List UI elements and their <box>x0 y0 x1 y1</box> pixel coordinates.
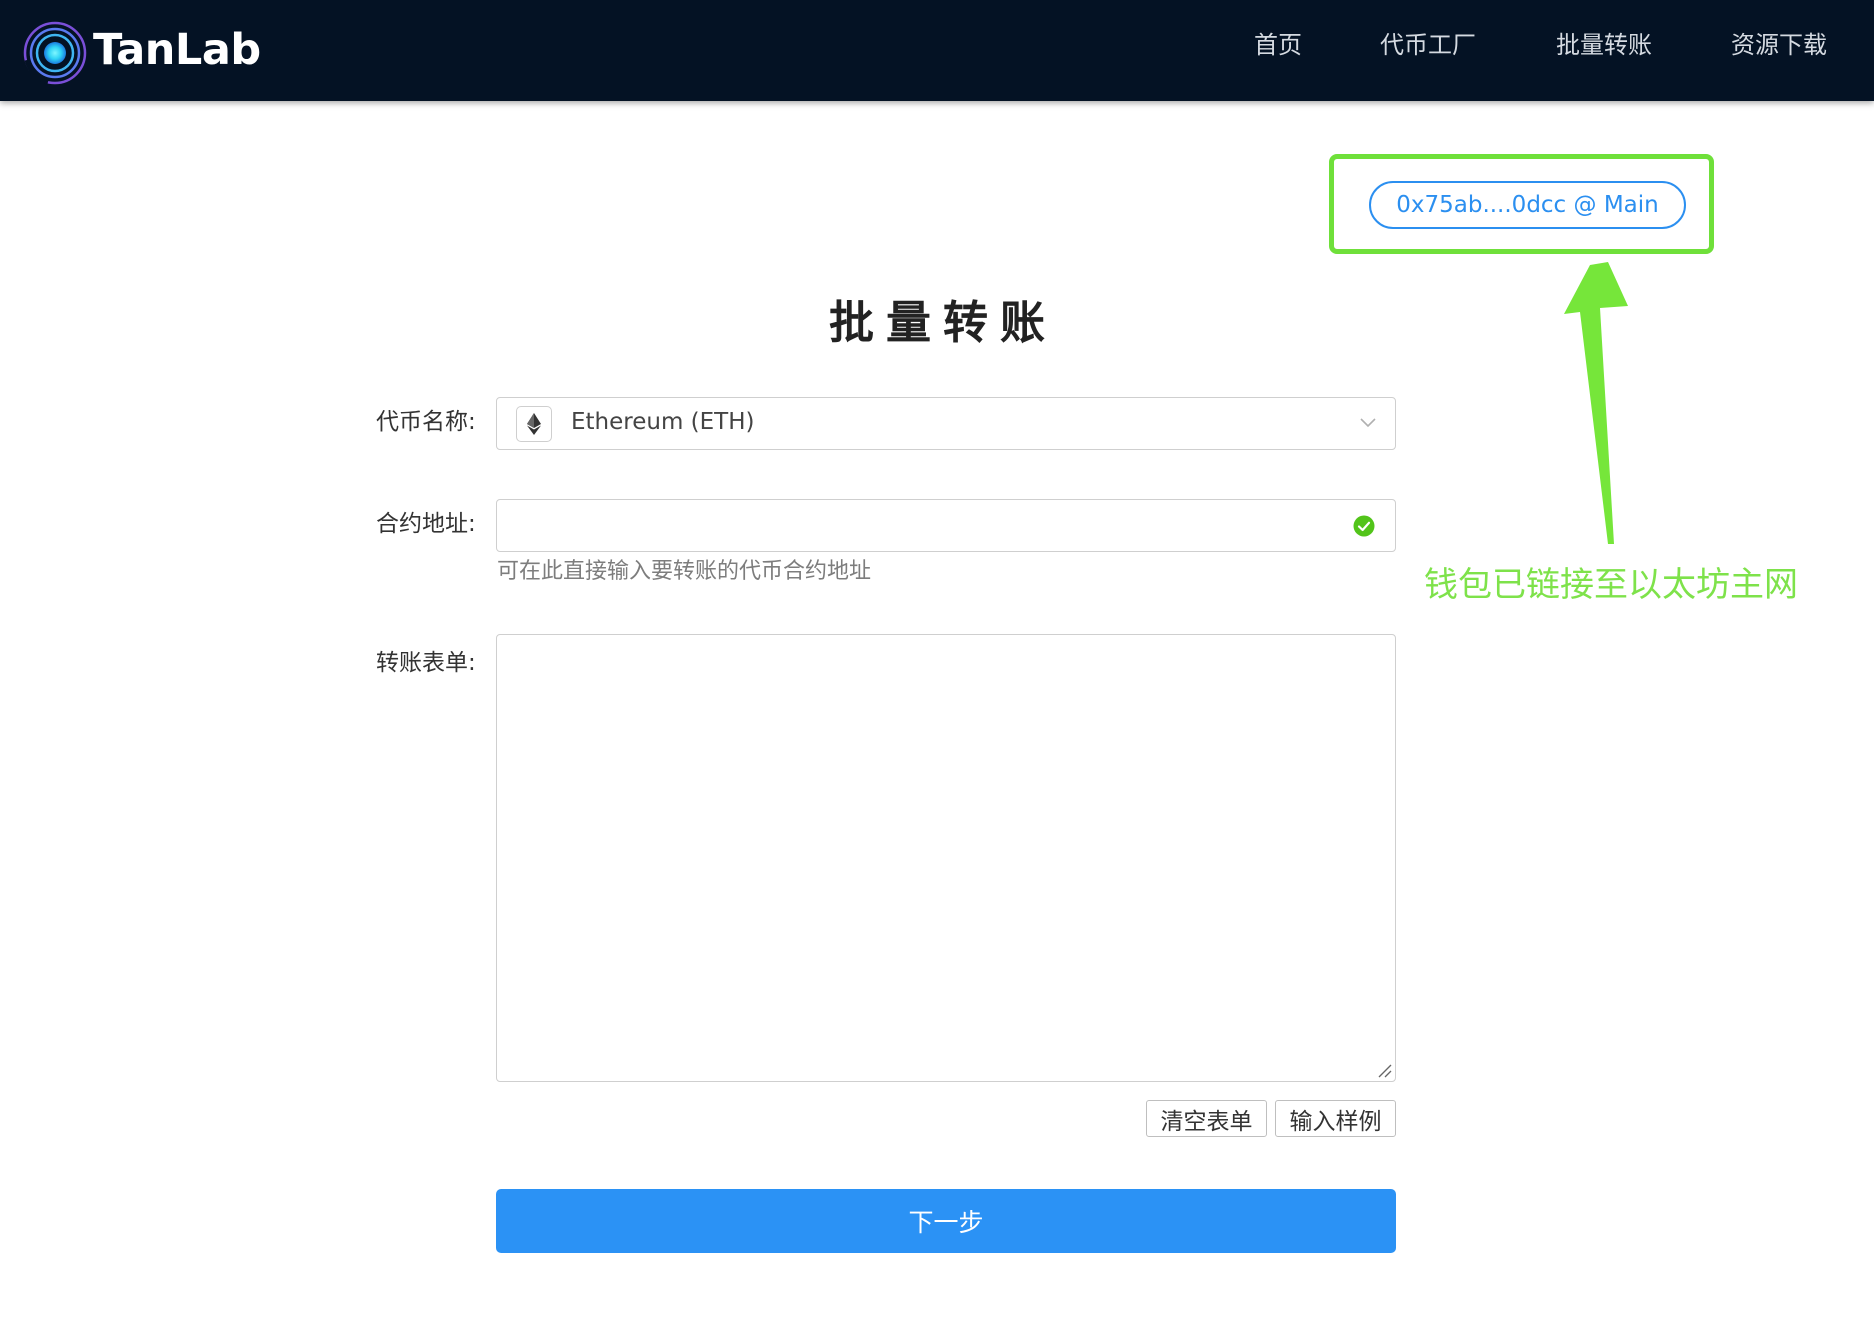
token-select-value: Ethereum (ETH) <box>571 409 755 435</box>
transfer-list-textarea[interactable] <box>497 635 1395 1081</box>
nav-item-batch-transfer[interactable]: 批量转账 <box>1556 33 1652 57</box>
page-title: 批量转账 <box>828 296 1057 349</box>
contract-help-text: 可在此直接输入要转账的代币合约地址 <box>497 559 872 584</box>
check-circle-icon <box>1353 515 1375 537</box>
token-label: 代币名称: <box>376 409 476 435</box>
contract-address-input[interactable] <box>509 508 1333 544</box>
ethereum-icon <box>516 406 552 442</box>
nav-item-downloads[interactable]: 资源下载 <box>1731 33 1827 57</box>
transfer-list-field[interactable] <box>496 634 1396 1082</box>
transfer-list-label: 转账表单: <box>376 650 476 676</box>
top-navbar: TanLab 首页 代币工厂 批量转账 资源下载 <box>0 0 1874 101</box>
brand-name[interactable]: TanLab <box>93 29 261 72</box>
input-example-button[interactable]: 输入样例 <box>1275 1100 1396 1137</box>
nav-item-home[interactable]: 首页 <box>1254 33 1302 57</box>
contract-address-field[interactable] <box>496 499 1396 552</box>
next-step-button[interactable]: 下一步 <box>496 1189 1396 1253</box>
wallet-address-button[interactable]: 0x75ab....0dcc @ Main <box>1369 181 1686 229</box>
annotation-text: 钱包已链接至以太坊主网 <box>1424 565 1798 605</box>
token-select[interactable]: Ethereum (ETH) <box>496 397 1396 450</box>
tanlab-logo-icon[interactable] <box>22 20 88 86</box>
chevron-down-icon[interactable] <box>1359 416 1377 430</box>
contract-label: 合约地址: <box>376 511 476 537</box>
clear-form-button[interactable]: 清空表单 <box>1146 1100 1267 1137</box>
nav-item-token-factory[interactable]: 代币工厂 <box>1380 33 1476 57</box>
resize-grip-icon[interactable] <box>1376 1062 1392 1078</box>
